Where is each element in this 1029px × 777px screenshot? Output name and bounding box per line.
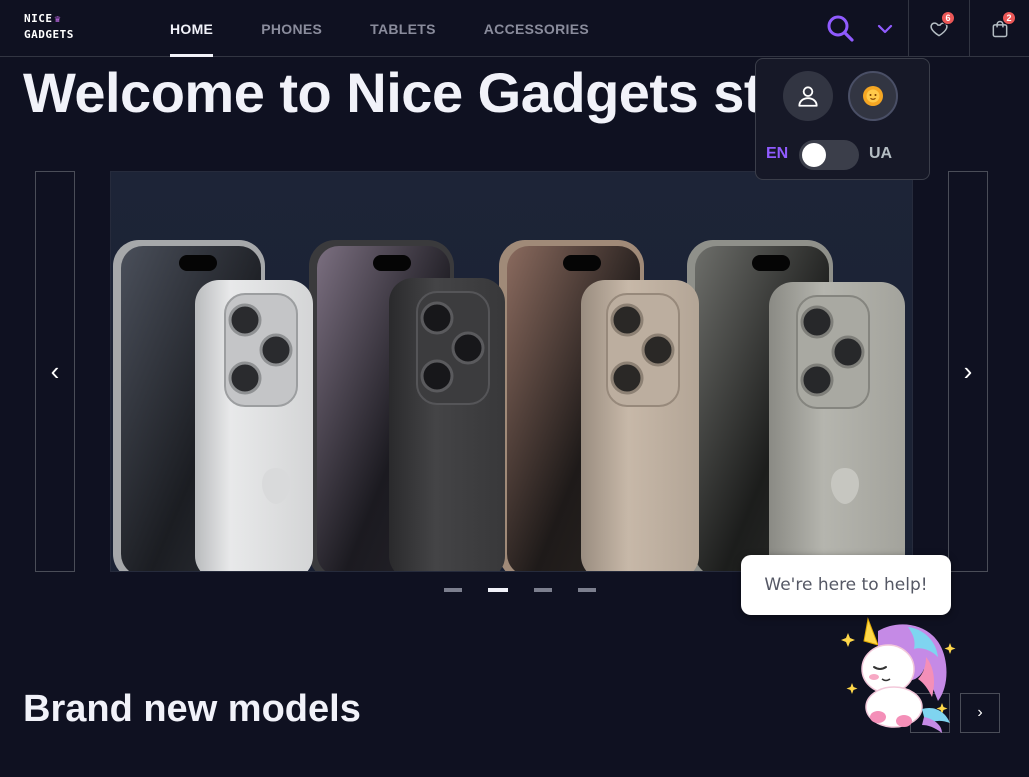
nav-tablets[interactable]: TABLETS (346, 0, 460, 57)
favorites-count-badge: 6 (941, 11, 955, 25)
slider-pagination (444, 588, 596, 592)
favorites-button[interactable]: 6 (908, 0, 969, 57)
unicorn-mascot-icon[interactable] (838, 613, 962, 739)
logo-line1: NICE (24, 12, 53, 25)
slider-dot-4[interactable] (578, 588, 596, 592)
lang-ua-label[interactable]: UA (869, 145, 892, 163)
sun-theme-icon (863, 86, 883, 106)
nav-phones[interactable]: PHONES (237, 0, 346, 57)
language-toggle[interactable] (799, 140, 859, 170)
section-title: Brand new models (23, 688, 361, 730)
slider-dot-2[interactable] (488, 588, 508, 592)
help-bubble[interactable]: We're here to help! (741, 555, 951, 615)
slider-prev-button[interactable]: ‹ (35, 171, 75, 572)
hero-banner[interactable] (110, 171, 913, 572)
user-button[interactable] (783, 71, 833, 121)
slider-dot-1[interactable] (444, 588, 462, 592)
search-icon[interactable] (824, 12, 856, 44)
logo-line2: GADGETS (24, 28, 74, 41)
iphones-image (113, 240, 905, 571)
nav-accessories[interactable]: ACCESSORIES (460, 0, 613, 57)
page-title: Welcome to Nice Gadgets store! (23, 61, 866, 124)
lang-en-label[interactable]: EN (766, 145, 788, 163)
cart-count-badge: 2 (1002, 11, 1016, 25)
slider-next-button[interactable]: › (948, 171, 988, 572)
slider-dot-3[interactable] (534, 588, 552, 592)
account-dropdown: EN UA (755, 58, 930, 180)
chevron-down-icon[interactable] (874, 18, 896, 40)
theme-button[interactable] (848, 71, 898, 121)
logo[interactable]: NICE ♛ GADGETS (24, 11, 94, 42)
crown-icon: ♛ (54, 14, 62, 25)
section-next-button[interactable]: › (960, 693, 1000, 733)
nav-home[interactable]: HOME (146, 0, 237, 57)
cart-button[interactable]: 2 (969, 0, 1029, 57)
user-icon (798, 86, 818, 107)
toggle-knob (802, 143, 826, 167)
main-nav: HOME PHONES TABLETS ACCESSORIES (146, 0, 613, 57)
site-header: NICE ♛ GADGETS HOME PHONES TABLETS ACCESS… (0, 0, 1029, 57)
